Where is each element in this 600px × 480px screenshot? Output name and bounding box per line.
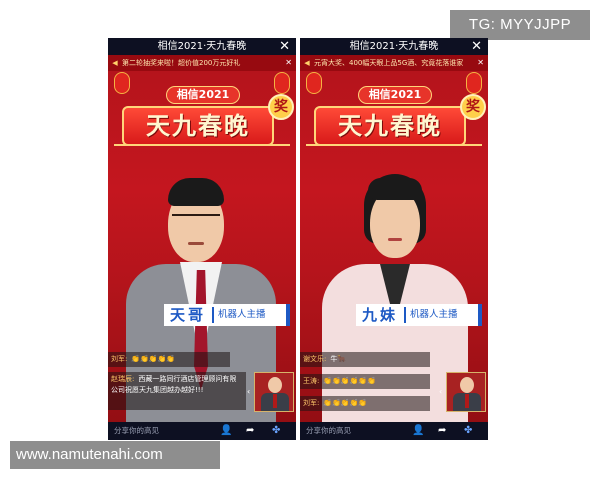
comment-user: 王涛: <box>303 377 320 385</box>
apps-icon[interactable]: ✤ <box>464 422 472 440</box>
show-banner: 相信2021 天九春晚 奖 <box>306 86 486 160</box>
banner-subtitle: 相信2021 <box>358 86 432 104</box>
presenter-name: 天哥 <box>170 306 207 324</box>
banner-title: 天九春晚 <box>146 111 250 140</box>
speaker-icon: ◀ <box>304 59 310 67</box>
bottom-bar: 分享你的高见 👤 ➦ ✤ <box>108 422 296 440</box>
pip-head <box>268 377 282 393</box>
comment-text: 👏👏👏👏👏👏 <box>323 377 376 385</box>
comment-user: 赵瑞辰: <box>111 375 135 383</box>
presenter-fringe <box>368 178 422 200</box>
comment-row: 谢文乐: 牛🐂 <box>300 352 430 367</box>
presenter-hair <box>168 178 224 206</box>
chevron-left-icon[interactable]: ‹ <box>247 387 250 396</box>
comment-user: 刘军: <box>303 399 320 407</box>
page-title: 相信2021·天九春晚 <box>349 41 439 52</box>
announcement-ticker: ◀ 第二轮抽奖来啦！超价值200万元好礼 ✕ <box>108 55 296 71</box>
presenter-role: 机器人主播 <box>218 309 266 320</box>
presenter-glasses <box>172 214 220 216</box>
comment-user: 谢文乐: <box>303 355 327 363</box>
nameplate-divider <box>212 307 214 323</box>
comment-row: 赵瑞辰: 西藏一路同行酒店管理顾问有限公司祝愿天九集团越办越好!!! <box>108 372 246 410</box>
presenter-nameplate: 天哥 机器人主播 <box>164 304 290 326</box>
watermark-bottom: www.namutenahi.com <box>10 441 220 469</box>
user-icon[interactable]: 👤 <box>412 422 424 440</box>
banner-subtitle: 相信2021 <box>166 86 240 104</box>
presenter-nameplate: 九妹 机器人主播 <box>356 304 482 326</box>
picture-in-picture[interactable] <box>446 372 486 412</box>
presenter-mouth <box>388 238 402 241</box>
phone-screen-right: 相信2021·天九春晚 ✕ ◀ 元宵大奖、400幅天眼上品5G酒、究竟花落谁家 ✕… <box>300 38 488 440</box>
comment-user: 刘军: <box>111 355 128 363</box>
banner-ribbon <box>114 144 144 156</box>
prize-badge: 奖 <box>268 94 294 120</box>
comment-row: 王涛: 👏👏👏👏👏👏 <box>300 374 430 389</box>
show-banner: 相信2021 天九春晚 奖 <box>114 86 294 160</box>
share-icon[interactable]: ➦ <box>438 422 446 440</box>
ticker-text: 第二轮抽奖来啦！超价值200万元好礼 <box>122 59 241 67</box>
nameplate-divider <box>404 307 406 323</box>
comment-text: 👏👏👏👏👏 <box>323 399 367 407</box>
presenter-name: 九妹 <box>362 306 399 324</box>
close-ticker-icon[interactable]: ✕ <box>477 55 484 71</box>
banner-ribbon <box>452 144 482 156</box>
picture-in-picture[interactable] <box>254 372 294 412</box>
pip-tie <box>273 394 277 408</box>
comment-text: 👏👏👏👏👏 <box>131 355 175 363</box>
banner-ribbon <box>260 144 290 156</box>
prize-badge: 奖 <box>460 94 486 120</box>
title-bar: 相信2021·天九春晚 ✕ <box>300 38 488 55</box>
announcement-ticker: ◀ 元宵大奖、400幅天眼上品5G酒、究竟花落谁家 ✕ <box>300 55 488 71</box>
close-icon[interactable]: ✕ <box>471 38 482 55</box>
comment-text: 牛🐂 <box>330 355 347 363</box>
phone-screen-left: 相信2021·天九春晚 ✕ ◀ 第二轮抽奖来啦！超价值200万元好礼 ✕ 相信20… <box>108 38 296 440</box>
speaker-icon: ◀ <box>112 59 118 67</box>
presenter-mouth <box>188 242 204 245</box>
banner-title: 天九春晚 <box>338 111 442 140</box>
comment-row: 刘军: 👏👏👏👏👏 <box>300 396 430 411</box>
bottom-bar: 分享你的高见 👤 ➦ ✤ <box>300 422 488 440</box>
chevron-left-icon[interactable]: ‹ <box>439 387 442 396</box>
title-bar: 相信2021·天九春晚 ✕ <box>108 38 296 55</box>
ticker-text: 元宵大奖、400幅天眼上品5G酒、究竟花落谁家 <box>314 59 464 67</box>
apps-icon[interactable]: ✤ <box>272 422 280 440</box>
page-title: 相信2021·天九春晚 <box>157 41 247 52</box>
user-icon[interactable]: 👤 <box>220 422 232 440</box>
pip-tie <box>465 394 469 408</box>
comment-input[interactable]: 分享你的高见 <box>114 422 159 440</box>
close-icon[interactable]: ✕ <box>279 38 290 55</box>
comment-input[interactable]: 分享你的高见 <box>306 422 351 440</box>
watermark-top: TG: MYYJJPP <box>450 10 590 40</box>
pip-head <box>460 377 474 393</box>
banner-ribbon <box>306 144 336 156</box>
close-ticker-icon[interactable]: ✕ <box>285 55 292 71</box>
share-icon[interactable]: ➦ <box>246 422 254 440</box>
comment-row: 刘军: 👏👏👏👏👏 <box>108 352 230 367</box>
presenter-role: 机器人主播 <box>410 309 458 320</box>
